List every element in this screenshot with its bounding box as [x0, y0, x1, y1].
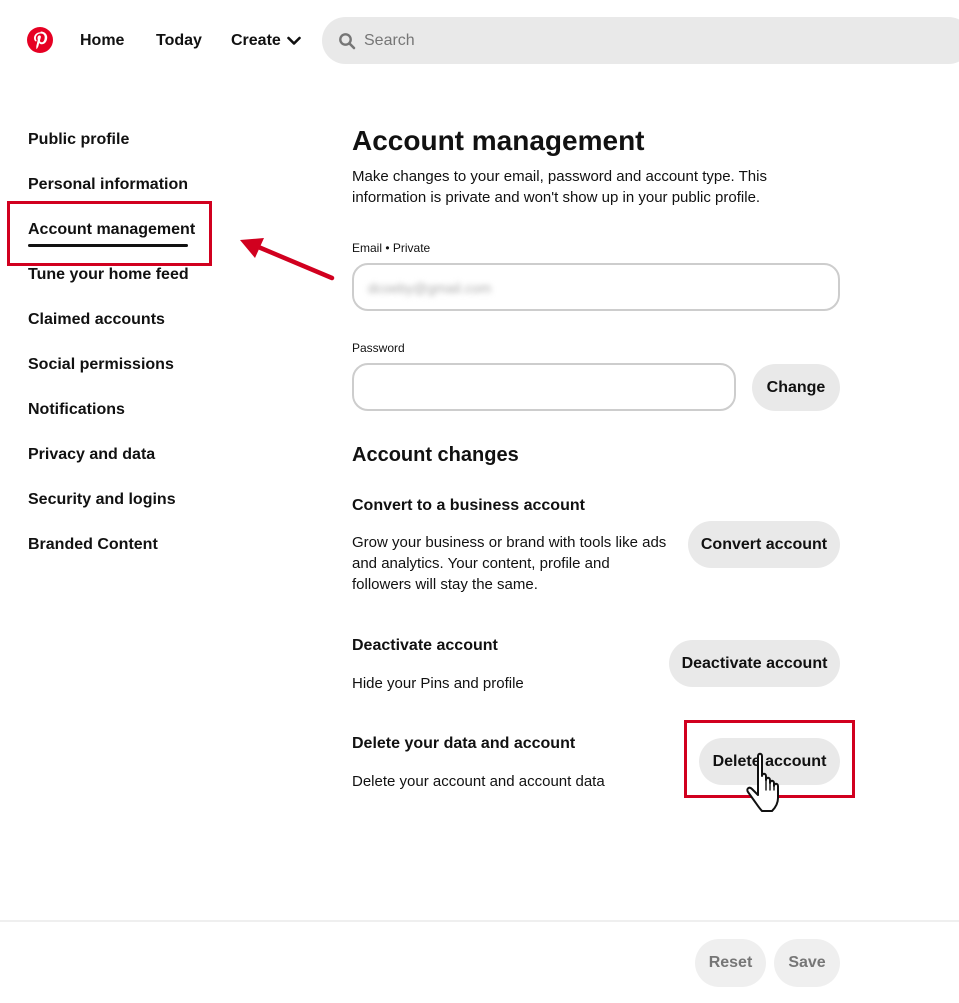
email-label: Email • Private: [352, 241, 431, 255]
sidebar-item-claimed-accounts[interactable]: Claimed accounts: [28, 310, 165, 330]
deactivate-account-button[interactable]: Deactivate account: [669, 640, 840, 687]
change-password-button[interactable]: Change: [752, 364, 840, 411]
sidebar-item-public-profile[interactable]: Public profile: [28, 130, 129, 150]
annotation-arrow-icon: [240, 238, 335, 281]
sidebar-item-privacy-and-data[interactable]: Privacy and data: [28, 445, 155, 465]
password-field[interactable]: [352, 363, 736, 411]
delete-description: Delete your account and account data: [352, 773, 605, 790]
delete-heading: Delete your data and account: [352, 735, 576, 752]
email-value-blurred: dcoeby@gmail.com: [368, 280, 492, 296]
chevron-down-icon: [287, 36, 301, 45]
convert-description: Grow your business or brand with tools l…: [352, 534, 667, 593]
account-changes-heading: Account changes: [352, 444, 519, 466]
pinterest-logo-icon[interactable]: [27, 27, 53, 53]
deactivate-description: Hide your Pins and profile: [352, 675, 524, 692]
footer-divider: [0, 920, 959, 922]
nav-create[interactable]: Create: [231, 31, 301, 51]
nav-today[interactable]: Today: [156, 31, 202, 51]
hand-cursor-icon: [746, 752, 779, 812]
save-button[interactable]: Save: [774, 939, 840, 987]
page-intro: Make changes to your email, password and…: [352, 168, 767, 206]
search-icon: [339, 32, 356, 49]
sidebar-item-social-permissions[interactable]: Social permissions: [28, 355, 174, 375]
deactivate-heading: Deactivate account: [352, 637, 498, 654]
nav-home[interactable]: Home: [80, 31, 124, 51]
convert-heading: Convert to a business account: [352, 497, 585, 514]
sidebar-item-notifications[interactable]: Notifications: [28, 400, 125, 420]
reset-button[interactable]: Reset: [695, 939, 766, 987]
page-title: Account management: [352, 125, 645, 156]
annotation-highlight-box: [7, 201, 212, 266]
sidebar-item-security-and-logins[interactable]: Security and logins: [28, 490, 176, 510]
convert-account-button[interactable]: Convert account: [688, 521, 840, 568]
password-label: Password: [352, 341, 405, 355]
search-input[interactable]: [362, 30, 866, 51]
nav-create-label: Create: [231, 32, 281, 49]
search-bar[interactable]: [322, 17, 959, 64]
sidebar-item-personal-information[interactable]: Personal information: [28, 175, 188, 195]
sidebar-item-tune-home-feed[interactable]: Tune your home feed: [28, 265, 189, 285]
sidebar-item-branded-content[interactable]: Branded Content: [28, 535, 158, 555]
